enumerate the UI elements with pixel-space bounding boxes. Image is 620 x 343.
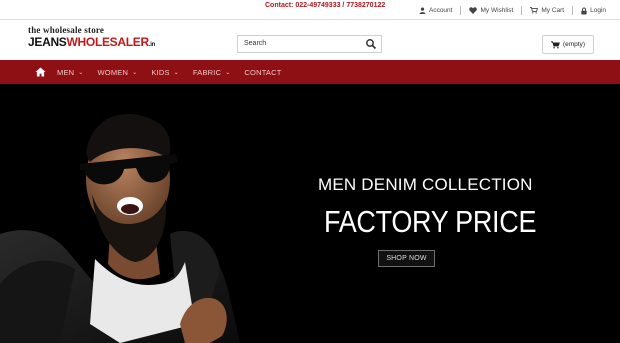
account-link[interactable]: Account xyxy=(411,7,461,14)
contact-info: Contact: 022-49749333 / 7738270122 xyxy=(265,2,386,9)
search-icon[interactable] xyxy=(365,38,377,50)
nav-item-men[interactable]: MEN ⌄ xyxy=(50,68,91,77)
nav-item-label: CONTACT xyxy=(244,67,282,77)
chevron-down-icon: ⌄ xyxy=(132,69,138,76)
cart-icon xyxy=(530,7,539,14)
shop-now-button[interactable]: SHOP NOW xyxy=(378,250,435,267)
heart-icon xyxy=(469,7,478,14)
chevron-down-icon: ⌄ xyxy=(225,69,231,76)
logo-tagline: the wholesale store xyxy=(28,25,105,35)
top-bar: Contact: 022-49749333 / 7738270122 Accou… xyxy=(0,0,620,20)
logo-brand-part2: WHOLESALER xyxy=(66,35,150,49)
wishlist-link[interactable]: My Wishlist xyxy=(461,7,521,14)
site-logo[interactable]: the wholesale store JEANSWHOLESALER.in xyxy=(28,25,155,49)
cart-status: (empty) xyxy=(562,41,586,48)
logo-brand: JEANSWHOLESALER.in xyxy=(28,35,155,49)
search-placeholder: Search xyxy=(244,40,267,47)
login-label: Login xyxy=(590,7,606,14)
search-input[interactable]: Search xyxy=(237,35,382,53)
cart-button[interactable]: (empty) xyxy=(542,35,594,54)
chevron-down-icon: ⌄ xyxy=(78,69,84,76)
hero-model-image xyxy=(0,114,240,343)
nav-item-label: KIDS xyxy=(151,67,170,77)
home-link[interactable] xyxy=(30,67,50,77)
nav-item-fabric[interactable]: FABRIC ⌄ xyxy=(186,68,238,77)
my-cart-label: My Cart xyxy=(541,7,565,14)
cart-icon xyxy=(550,40,560,49)
main-nav: MEN ⌄ WOMEN ⌄ KIDS ⌄ FABRIC ⌄ CONTACT xyxy=(0,60,620,84)
wishlist-label: My Wishlist xyxy=(480,7,514,14)
nav-item-label: FABRIC xyxy=(192,67,222,77)
account-label: Account xyxy=(428,7,453,14)
nav-item-women[interactable]: WOMEN ⌄ xyxy=(91,68,145,77)
hero-subtitle: MEN DENIM COLLECTION xyxy=(318,175,533,194)
nav-item-label: WOMEN xyxy=(97,67,129,77)
my-cart-link[interactable]: My Cart xyxy=(522,7,572,14)
logo-brand-suffix: .in xyxy=(148,42,155,48)
home-icon xyxy=(35,67,45,77)
hero-title: FACTORY PRICE xyxy=(324,205,537,239)
lock-icon xyxy=(581,7,587,15)
top-links: Account My Wishlist My Cart Login xyxy=(411,6,614,15)
chevron-down-icon: ⌄ xyxy=(173,69,179,76)
hero-banner[interactable]: MEN DENIM COLLECTION FACTORY PRICE SHOP … xyxy=(0,84,620,343)
nav-item-kids[interactable]: KIDS ⌄ xyxy=(144,68,186,77)
site-header: the wholesale store JEANSWHOLESALER.in S… xyxy=(0,20,620,60)
nav-item-contact[interactable]: CONTACT xyxy=(237,68,288,77)
nav-item-label: MEN xyxy=(57,67,75,77)
login-link[interactable]: Login xyxy=(573,7,614,15)
user-icon xyxy=(419,7,426,14)
logo-brand-part1: JEANS xyxy=(28,35,67,49)
